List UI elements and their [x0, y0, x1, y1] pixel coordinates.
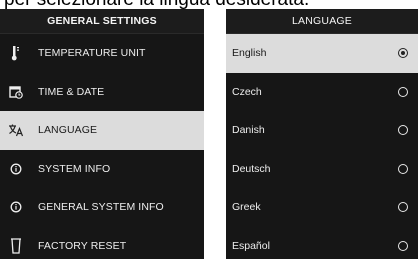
language-panel-title: LANGUAGE	[226, 9, 418, 34]
menu-item-label: SYSTEM INFO	[38, 162, 111, 175]
radio-icon[interactable]	[398, 202, 408, 213]
translate-icon	[8, 122, 24, 138]
language-option-danish[interactable]: Danish	[226, 111, 418, 150]
menu-item-label: LANGUAGE	[38, 124, 98, 137]
menu-item-label: FACTORY RESET	[38, 239, 127, 252]
menu-item-label: TIME & DATE	[38, 85, 105, 98]
caption-text: per selezionare la lingua desiderata.	[0, 0, 418, 9]
thermometer-icon	[8, 45, 24, 61]
language-option-czech[interactable]: Czech	[226, 73, 418, 112]
language-option-english[interactable]: English	[226, 34, 418, 73]
menu-item-label: TEMPERATURE UNIT	[38, 47, 146, 60]
menu-item-label: GENERAL SYSTEM INFO	[38, 201, 164, 214]
language-option-label: Español	[232, 239, 270, 252]
radio-icon[interactable]	[398, 240, 408, 251]
radio-selected-icon[interactable]	[398, 48, 408, 59]
menu-item-factory-reset[interactable]: FACTORY RESET	[0, 227, 204, 259]
menu-item-time-date[interactable]: TIME & DATE	[0, 73, 204, 112]
language-option-espanol[interactable]: Español	[226, 227, 418, 259]
menu-item-language[interactable]: LANGUAGE	[0, 111, 204, 150]
trash-icon	[8, 238, 24, 254]
menu-item-temperature-unit[interactable]: TEMPERATURE UNIT	[0, 34, 204, 73]
language-option-deutsch[interactable]: Deutsch	[226, 150, 418, 189]
calendar-clock-icon	[8, 84, 24, 100]
language-option-greek[interactable]: Greek	[226, 188, 418, 227]
radio-icon[interactable]	[398, 86, 408, 97]
info-icon	[8, 161, 24, 177]
menu-item-general-system-info[interactable]: GENERAL SYSTEM INFO	[0, 188, 204, 227]
radio-icon[interactable]	[398, 125, 408, 136]
menu-item-system-info[interactable]: SYSTEM INFO	[0, 150, 204, 189]
general-settings-title: GENERAL SETTINGS	[0, 9, 204, 34]
language-panel: LANGUAGE English Czech Danish Deutsch Gr…	[226, 9, 418, 259]
radio-icon[interactable]	[398, 163, 408, 174]
language-option-label: Deutsch	[232, 162, 271, 175]
language-option-label: Greek	[232, 201, 261, 214]
language-option-label: English	[232, 47, 267, 60]
language-option-label: Czech	[232, 85, 262, 98]
info-icon	[8, 199, 24, 215]
language-option-label: Danish	[232, 124, 265, 137]
general-settings-panel: GENERAL SETTINGS TEMPERATURE UNIT TIME &…	[0, 9, 204, 259]
